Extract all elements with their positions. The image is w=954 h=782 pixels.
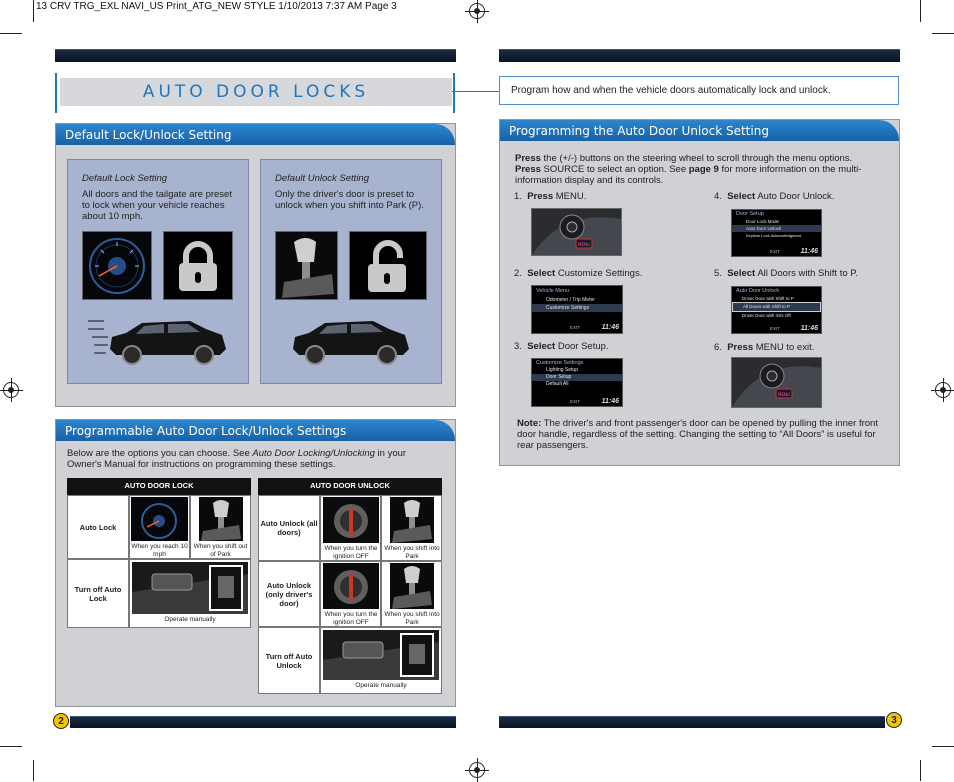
steering-wheel-menu-photo: MENU xyxy=(531,208,622,256)
auto-door-lock-table: AUTO DOOR LOCK Auto Lock When you reach … xyxy=(67,478,251,628)
display-screen-auto-door-unlock: Auto Door Unlock Driver Door with Shift … xyxy=(731,286,822,334)
speedometer-photo xyxy=(82,231,152,300)
default-unlock-card: Default Unlock Setting Only the driver's… xyxy=(260,159,442,384)
footer-bar-right xyxy=(499,716,885,728)
gear-shifter-photo xyxy=(390,563,434,609)
intro-text: Program how and when the vehicle doors a… xyxy=(511,85,831,96)
table-row-label: Auto Unlock (only driver's door) xyxy=(258,561,320,627)
table-caption: When you turn the ignition OFF xyxy=(324,611,378,626)
page-number-left: 2 xyxy=(53,713,69,729)
door-switch-photo xyxy=(323,630,439,680)
gear-shifter-photo xyxy=(199,497,243,541)
top-bar-right xyxy=(499,49,900,62)
title-box: AUTO DOOR LOCKS xyxy=(60,78,452,106)
step-2: 2. Select Customize Settings. xyxy=(514,268,643,279)
display-screen-customize-settings: Customize Settings Lighting Setup Door S… xyxy=(531,358,623,407)
car-image xyxy=(293,321,409,365)
table-cell: When you shift into Park xyxy=(381,561,442,627)
auto-door-unlock-table: AUTO DOOR UNLOCK Auto Unlock (all doors)… xyxy=(258,478,442,694)
table-cell: Operate manually xyxy=(320,627,442,694)
unlock-icon xyxy=(349,231,427,300)
page-number-right: 3 xyxy=(886,712,902,728)
table-caption: When you shift into Park xyxy=(384,545,440,560)
instructions-text: Press the (+/-) buttons on the steering … xyxy=(515,153,862,186)
table-caption: When you reach 10 mph xyxy=(131,543,188,558)
registration-mark-icon xyxy=(0,378,23,402)
step-1: 1. Press MENU. xyxy=(514,191,587,202)
table-cell: When you turn the ignition OFF xyxy=(320,495,381,561)
card-text: All doors and the tailgate are preset to… xyxy=(82,189,232,222)
footer-bar-left xyxy=(70,716,456,728)
section-heading: Programmable Auto Door Lock/Unlock Setti… xyxy=(56,420,455,441)
crop-mark xyxy=(932,746,954,747)
table-caption: Operate manually xyxy=(355,682,407,689)
intro-box: Program how and when the vehicle doors a… xyxy=(499,76,899,105)
gear-shifter-photo xyxy=(390,497,434,543)
crop-mark xyxy=(932,33,954,34)
crop-mark xyxy=(920,760,921,781)
table-header: AUTO DOOR LOCK xyxy=(67,478,251,495)
table-cell: When you turn the ignition OFF xyxy=(320,561,381,627)
crop-mark xyxy=(920,0,921,22)
ignition-photo xyxy=(323,563,379,609)
table-cell: When you shift out of Park xyxy=(190,495,251,559)
table-row-label: Turn off Auto Lock xyxy=(67,559,129,628)
table-row-label: Turn off Auto Unlock xyxy=(258,627,320,694)
programmable-intro: Below are the options you can choose. Se… xyxy=(67,448,407,470)
section-heading: Default Lock/Unlock Setting xyxy=(56,124,455,145)
step-4: 4. Select Auto Door Unlock. xyxy=(714,191,835,202)
card-title: Default Lock Setting xyxy=(82,173,168,184)
car-image xyxy=(88,320,226,365)
registration-mark-icon xyxy=(465,0,489,23)
crop-mark xyxy=(0,746,22,747)
table-cell: Operate manually xyxy=(129,559,251,628)
table-row-label: Auto Unlock (all doors) xyxy=(258,495,320,561)
step-3: 3. Select Door Setup. xyxy=(514,341,609,352)
display-screen-vehicle-menu: Vehicle Menu Odometer / Trip Meter Custo… xyxy=(531,285,623,334)
crop-mark xyxy=(0,33,22,34)
svg-text:MENU: MENU xyxy=(778,392,790,397)
section-heading: Programming the Auto Door Unlock Setting xyxy=(500,120,899,141)
lock-icon xyxy=(163,231,233,300)
table-caption: When you turn the ignition OFF xyxy=(324,545,378,560)
crop-mark xyxy=(33,0,34,22)
title-connector xyxy=(452,91,500,92)
print-header: 13 CRV TRG_EXL NAVI_US Print_ATG_NEW STY… xyxy=(36,1,397,12)
table-row-label: Auto Lock xyxy=(67,495,129,559)
step-5: 5. Select All Doors with Shift to P. xyxy=(714,268,859,279)
door-switch-photo xyxy=(132,562,248,614)
svg-text:MENU: MENU xyxy=(578,242,590,247)
table-cell: When you shift into Park xyxy=(381,495,442,561)
registration-mark-icon xyxy=(931,378,954,402)
registration-mark-icon xyxy=(465,758,489,782)
crop-mark xyxy=(33,760,34,781)
top-bar-left xyxy=(55,49,456,62)
display-screen-door-setup: Door Setup Door Lock Mode Auto Door Unlo… xyxy=(731,209,822,257)
speedometer-photo xyxy=(131,497,188,541)
table-caption: When you shift out of Park xyxy=(193,543,248,558)
table-header: AUTO DOOR UNLOCK xyxy=(258,478,442,495)
card-text: Only the driver's door is preset to unlo… xyxy=(275,189,424,211)
table-caption: Operate manually xyxy=(164,616,216,623)
gear-shifter-photo xyxy=(275,231,338,300)
page-title: AUTO DOOR LOCKS xyxy=(142,82,370,102)
table-cell: When you reach 10 mph xyxy=(129,495,190,559)
card-title: Default Unlock Setting xyxy=(275,173,369,184)
default-lock-card: Default Lock Setting All doors and the t… xyxy=(67,159,249,384)
step-6: 6. Press MENU to exit. xyxy=(714,342,815,353)
ignition-photo xyxy=(323,497,379,543)
table-caption: When you shift into Park xyxy=(384,611,440,626)
note-text: Note: The driver's and front passenger's… xyxy=(517,418,878,451)
steering-wheel-menu-photo: MENU xyxy=(731,357,822,408)
